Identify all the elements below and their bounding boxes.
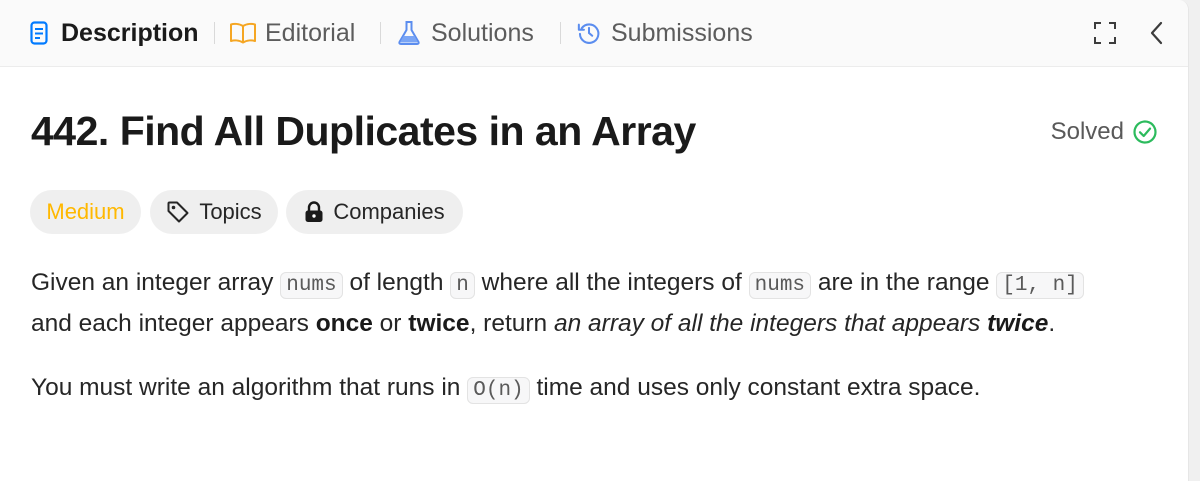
text: Given an integer array	[31, 269, 281, 296]
text: , return	[469, 310, 554, 337]
description-icon	[27, 20, 51, 46]
lock-icon	[304, 201, 324, 223]
tab-description[interactable]: Description	[27, 14, 199, 52]
emphasis-twice: twice	[408, 310, 470, 337]
tab-submissions-label: Submissions	[611, 18, 753, 47]
tab-divider	[380, 22, 381, 44]
tab-bar: Description Editorial Solutions Submissi…	[0, 0, 1188, 67]
book-icon	[229, 20, 257, 46]
text: You must write an algorithm that runs in	[31, 374, 468, 401]
fullscreen-icon[interactable]	[1092, 20, 1118, 46]
italic-return-text: an array of all the integers that appear…	[554, 310, 988, 337]
check-circle-icon	[1133, 120, 1157, 144]
text: and each integer appears	[31, 310, 316, 337]
tab-solutions[interactable]: Solutions	[397, 14, 534, 52]
collapse-chevron-left-icon[interactable]	[1144, 20, 1170, 46]
text: are in the range	[811, 269, 997, 296]
description-line: Given an integer array nums of length n …	[31, 264, 1171, 305]
text: or	[372, 310, 409, 337]
text: of length	[342, 269, 451, 296]
tab-divider	[560, 22, 561, 44]
code-nums: nums	[748, 272, 812, 299]
code-nums: nums	[280, 272, 343, 299]
description-paragraph-2: You must write an algorithm that runs in…	[31, 369, 1171, 410]
description-paragraph-1: Given an integer array nums of length n …	[31, 264, 1171, 343]
emphasis-twice-italic: twice	[987, 310, 1049, 337]
text: .	[1048, 310, 1056, 337]
topics-button[interactable]: Topics	[150, 190, 278, 234]
code-range: [1, n]	[996, 272, 1084, 299]
tab-editorial-label: Editorial	[265, 18, 356, 47]
problem-title[interactable]: 442. Find All Duplicates in an Array	[31, 108, 696, 155]
solved-status: Solved	[1051, 118, 1158, 146]
text: where all the integers of	[474, 269, 749, 296]
companies-button[interactable]: Companies	[286, 190, 463, 234]
emphasis-once: once	[315, 310, 373, 337]
problem-panel: Description Editorial Solutions Submissi…	[0, 0, 1189, 481]
tab-editorial[interactable]: Editorial	[229, 14, 355, 52]
flask-icon	[397, 20, 421, 46]
tab-solutions-label: Solutions	[431, 18, 534, 47]
history-icon	[577, 20, 601, 46]
companies-label: Companies	[333, 199, 445, 224]
solved-label: Solved	[1050, 118, 1124, 145]
description-line: and each integer appears once or twice, …	[31, 305, 1171, 343]
tab-description-label: Description	[61, 18, 199, 47]
code-complexity: O(n)	[467, 377, 530, 404]
difficulty-badge: Medium	[30, 190, 141, 234]
code-n: n	[450, 272, 475, 299]
tab-divider	[214, 22, 215, 44]
topics-label: Topics	[199, 199, 262, 224]
text: time and uses only constant extra space.	[529, 374, 981, 401]
tag-icon	[166, 200, 190, 224]
tab-submissions[interactable]: Submissions	[577, 14, 753, 52]
